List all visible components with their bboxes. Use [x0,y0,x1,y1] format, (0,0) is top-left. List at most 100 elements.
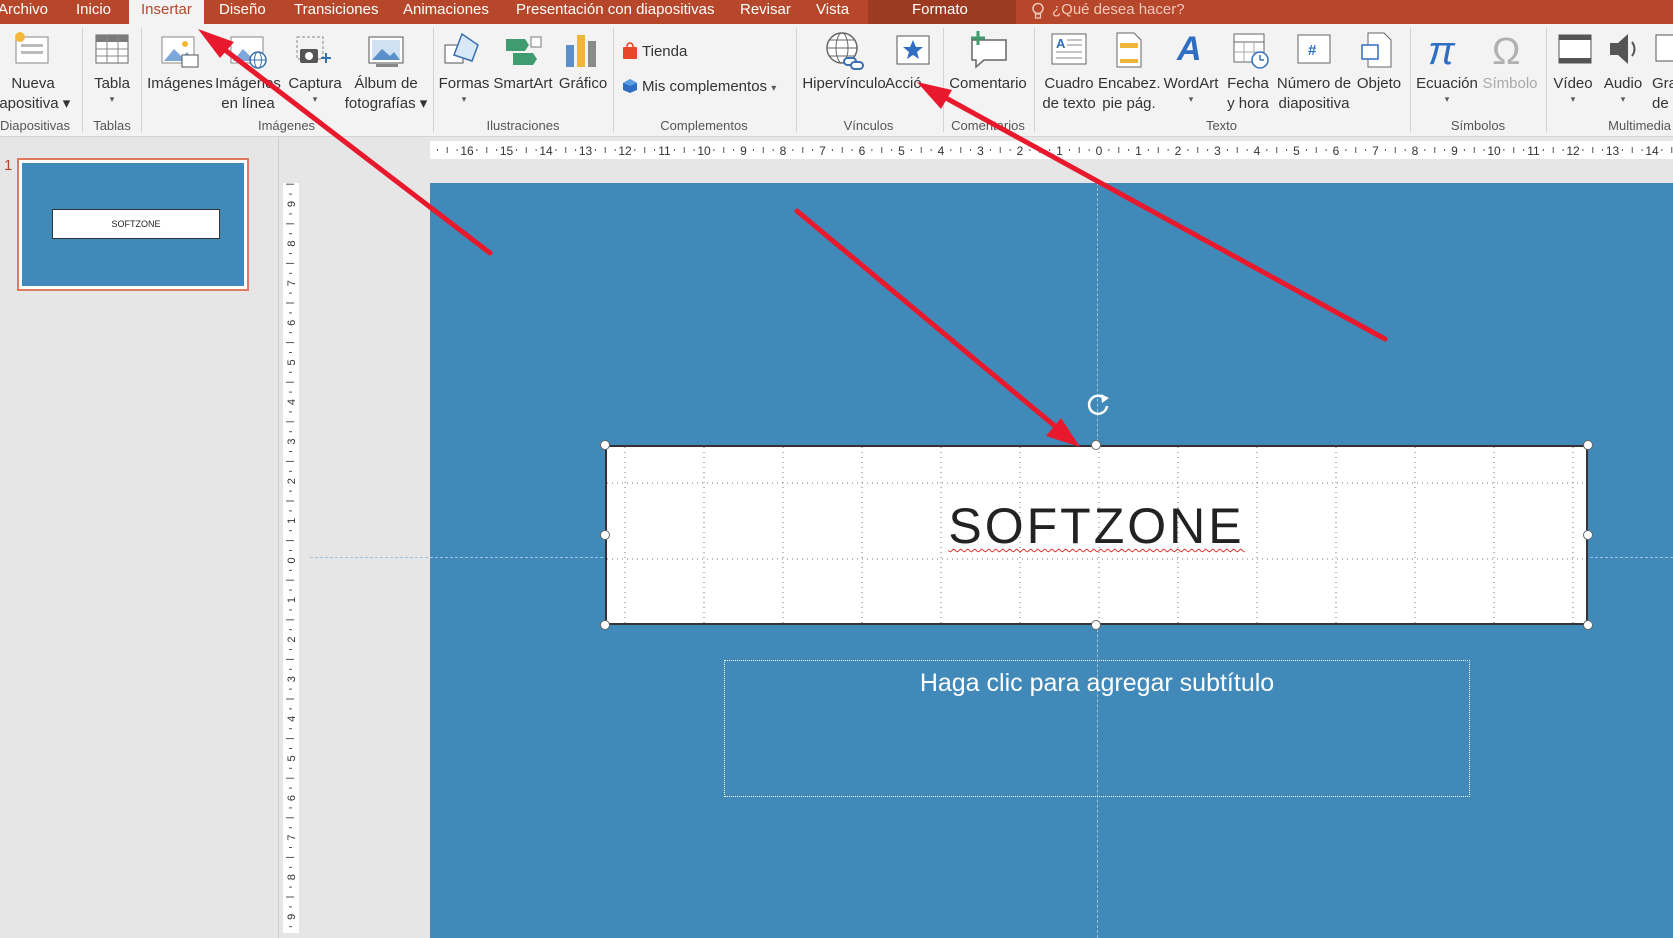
group-label-vinculos: Vínculos [843,118,894,133]
my-addins-icon [623,79,637,93]
photo-album-label-2-text: fotografías [344,95,416,112]
tab-presentacion[interactable]: Presentación con diapositivas [516,0,714,24]
ruler-label: 12 [618,144,632,158]
rotate-handle-icon[interactable] [1083,389,1113,419]
ruler-label: 10 [1487,144,1501,158]
smartart-button[interactable]: SmartArt [490,74,556,94]
slide-number-label-2: diapositiva [1278,95,1350,112]
resize-handle-bottom-right[interactable] [1583,620,1593,630]
chart-button[interactable]: Gráfico [552,74,614,94]
ruler-label: 2 [286,478,298,484]
group-label-tablas: Tablas [93,118,131,133]
tab-animaciones[interactable]: Animaciones [403,0,489,24]
pictures-button[interactable]: Imágenes [146,74,214,94]
date-time-button[interactable]: Fecha y hora [1220,74,1276,114]
slide-number-button[interactable]: Número de diapositiva [1272,74,1356,114]
subtitle-placeholder[interactable]: Haga clic para agregar subtítulo [724,660,1470,797]
separator [796,28,797,132]
horizontal-ruler-ticks: 16 15 14 13 12 11 10 9 8 7 6 5 4 3 2 1 0 1 2 3 4 5 6 7 8 9 10 11 12 1… [436,144,1673,158]
chevron-down-icon: ▾ [312,94,318,104]
symbol-button[interactable]: Símbolo [1478,74,1542,94]
ruler-label: 13 [579,144,593,158]
ruler-label: 10 [697,144,711,158]
separator [1034,28,1035,132]
action-icon [896,35,930,65]
tab-transiciones[interactable]: Transiciones [294,0,378,24]
ruler-label: 9 [286,201,298,207]
tab-revisar[interactable]: Revisar [740,0,791,24]
photo-album-label: Álbum de [354,75,418,92]
object-button[interactable]: Objeto [1352,74,1406,94]
horizontal-ruler: 16 15 14 13 12 11 10 9 8 7 6 5 4 3 2 1 0 1 2 3 4 5 6 7 8 9 10 11 12 1… [430,141,1673,159]
tab-archivo[interactable]: Archivo [0,0,48,24]
store-icon [623,42,637,59]
video-button[interactable]: Vídeo ▾ [1548,74,1598,104]
ruler-label: 9 [740,144,747,158]
comment-button[interactable]: Comentario [944,74,1032,94]
ruler-label: 9 [286,914,298,920]
tab-diseno[interactable]: Diseño [219,0,266,24]
tab-inicio[interactable]: Inicio [76,0,111,24]
lightbulb-icon [1032,2,1044,19]
ruler-label: 15 [500,144,514,158]
new-slide-label: Nueva [11,75,55,92]
table-button[interactable]: Tabla ▾ [88,74,136,104]
title-placeholder[interactable]: SOFTZONE [605,445,1588,625]
chevron-down-icon: ▾ [461,94,467,104]
tab-insertar[interactable]: Insertar [129,0,204,24]
my-addins-button[interactable]: Mis complementos ▾ [642,77,776,99]
resize-handle-top-right[interactable] [1583,440,1593,450]
header-footer-label: Encabez. [1098,75,1161,92]
store-button[interactable]: Tienda [642,42,687,62]
ruler-label: 3 [286,439,298,445]
slide-thumbnail[interactable]: SOFTZONE [17,158,249,291]
new-slide-icon [15,32,49,64]
new-slide-label-2: iapositiva ▾ [0,94,70,114]
ruler-label: 11 [1527,144,1540,158]
shapes-button[interactable]: Formas ▾ [434,74,494,104]
date-time-icon [1233,33,1269,69]
resize-handle-top-left[interactable] [600,440,610,450]
group-label-imagenes: Imágenes [257,118,316,133]
svg-text:π: π [1428,29,1456,70]
group-label-complementos: Complementos [660,118,748,133]
resize-handle-left[interactable] [600,530,610,540]
resize-handle-bottom[interactable] [1091,620,1101,630]
action-label: Acció [885,75,922,92]
resize-handle-bottom-left[interactable] [600,620,610,630]
text-box-button[interactable]: Cuadro de texto [1036,74,1102,114]
text-box-icon: A [1051,33,1087,65]
hyperlink-button[interactable]: Hipervínculo [798,74,890,94]
ruler-label: 16 [460,144,474,158]
tab-formato[interactable]: Formato [912,0,968,24]
ruler-label: 13 [1606,144,1620,158]
ruler-label: 4 [286,399,298,405]
ruler-label: 12 [1566,144,1580,158]
new-slide-button[interactable]: Nueva iapositiva ▾ [0,74,70,114]
tell-me-search[interactable]: ¿Qué desea hacer? [1052,0,1185,24]
equation-button[interactable]: Ecuación ▾ [1412,74,1482,104]
photo-album-button[interactable]: Álbum de fotografías ▾ [340,74,432,114]
online-pictures-button[interactable]: Imágenes en línea [214,74,282,114]
header-footer-button[interactable]: Encabez. pie pág. [1098,74,1161,114]
audio-label: Audio [1603,75,1643,92]
tab-vista[interactable]: Vista [816,0,849,24]
screen-recording-button[interactable]: Gra de p [1652,74,1673,114]
smartart-icon [506,36,542,65]
audio-button[interactable]: Audio ▾ [1598,74,1648,104]
ruler-label: 6 [286,795,298,801]
resize-handle-right[interactable] [1583,530,1593,540]
my-addins-label: Mis complementos [642,78,768,95]
ruler-label: 7 [819,144,826,158]
symbol-icon: Ω [1492,31,1520,70]
action-button[interactable]: Acció [885,74,937,94]
screenshot-button[interactable]: Captura ▾ [284,74,346,104]
symbol-label: Símbolo [1482,75,1538,92]
slide-thumbnail-canvas: SOFTZONE [22,163,244,286]
resize-handle-top[interactable] [1091,440,1101,450]
slide-title[interactable]: SOFTZONE [607,497,1586,555]
wordart-button[interactable]: WordArt ▾ [1160,74,1222,104]
pictures-label: Imágenes [147,75,213,92]
group-label-texto: Texto [1205,118,1238,133]
comment-icon [971,31,1007,69]
